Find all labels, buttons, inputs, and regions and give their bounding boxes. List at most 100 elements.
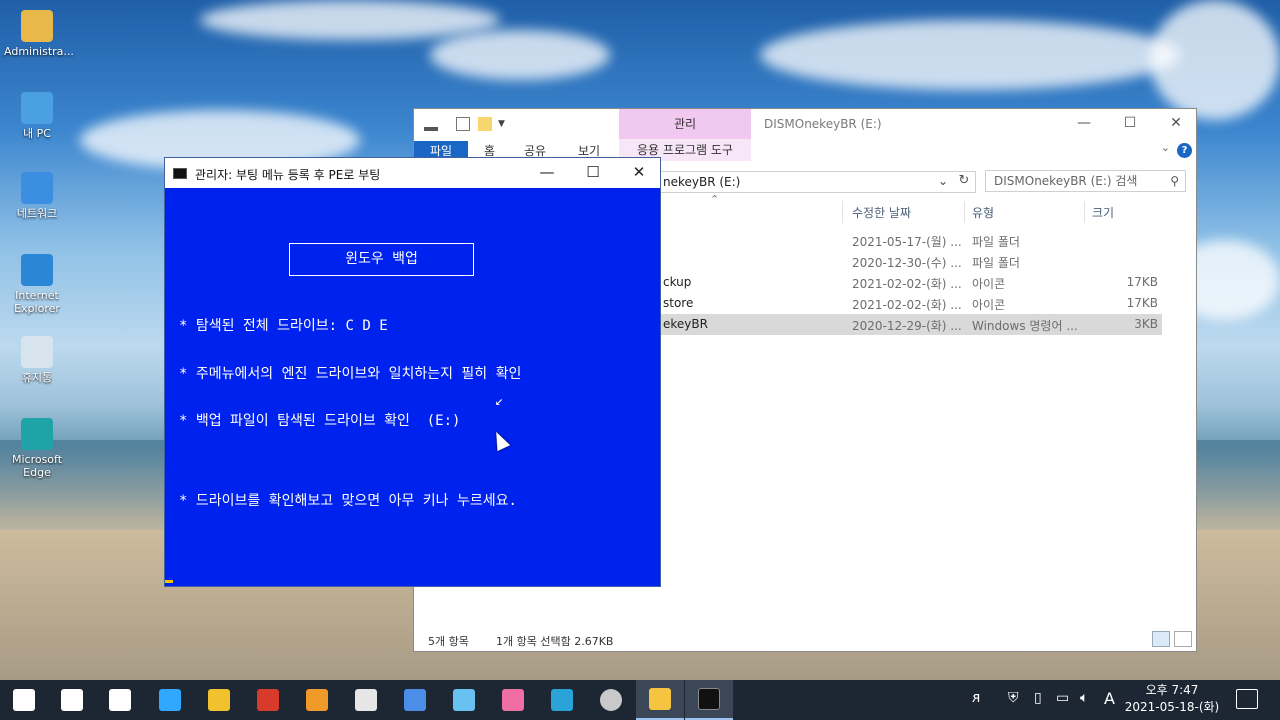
clock-time: 오후 7:47: [1145, 683, 1199, 697]
sort-arrow-icon: ⌃: [710, 193, 720, 206]
notification-center-icon[interactable]: [1236, 689, 1258, 709]
folder-icon: [649, 688, 671, 710]
refresh-icon[interactable]: ↻: [954, 171, 974, 193]
search-button[interactable]: [48, 680, 96, 720]
file-name: ckup: [663, 275, 692, 289]
console-line: * 탐색된 전체 드라이브: C D E: [179, 318, 388, 334]
task-view-button[interactable]: [96, 680, 144, 720]
file-name: ekeyBR: [663, 317, 708, 331]
maximize-button[interactable]: ☐: [570, 158, 616, 188]
chevron-down-icon[interactable]: ▼: [498, 117, 512, 131]
taskbar-app[interactable]: [489, 680, 537, 720]
properties-icon[interactable]: [456, 117, 470, 131]
usb-icon[interactable]: ▯: [1034, 690, 1042, 706]
file-row[interactable]: store 2021-02-02-(화) ... 아이콘 17KB: [659, 293, 1162, 314]
search-icon: ⚲: [1170, 174, 1179, 188]
people-icon[interactable]: ᴙ: [972, 690, 980, 706]
dvd-icon: [600, 689, 622, 711]
taskbar-app-cmd[interactable]: [685, 680, 733, 720]
cloud: [200, 0, 500, 40]
photoshop-icon: [159, 689, 181, 711]
taskbar-app[interactable]: [195, 680, 243, 720]
taskbar-app[interactable]: [440, 680, 488, 720]
desktop-icon-network[interactable]: 네트워크: [4, 172, 70, 220]
minimize-button[interactable]: —: [1061, 109, 1107, 139]
ribbon-expand-icon[interactable]: ⌄: [1161, 141, 1170, 154]
app-icon: [257, 689, 279, 711]
tab-manage[interactable]: 관리: [619, 109, 751, 139]
desktop-icon-internet-explorer[interactable]: Internet Explorer: [4, 254, 70, 315]
maximize-button[interactable]: ☐: [1107, 109, 1153, 139]
clock[interactable]: 오후 7:47 2021-05-18-(화): [1122, 682, 1222, 716]
desktop-icon-recycle-bin[interactable]: 휴지통: [4, 336, 70, 384]
file-size: 3KB: [1134, 317, 1158, 331]
taskbar-app[interactable]: [391, 680, 439, 720]
annotation-arrow-icon: ↙: [495, 393, 504, 409]
search-placeholder: DISMOnekeyBR (E:) 검색: [994, 174, 1138, 188]
search-input[interactable]: DISMOnekeyBR (E:) 검색 ⚲: [985, 170, 1186, 192]
desktop-icon-label: 네트워크: [16, 207, 58, 220]
file-row[interactable]: 2021-05-17-(월) ... 파일 폴더: [659, 230, 1162, 251]
file-row[interactable]: 2020-12-30-(수) ... 파일 폴더: [659, 251, 1162, 272]
search-icon: [61, 689, 83, 711]
file-row[interactable]: ckup 2021-02-02-(화) ... 아이콘 17KB: [659, 272, 1162, 293]
desktop-icon-label: 내 PC: [23, 127, 51, 140]
column-separator: [1084, 201, 1085, 223]
drive-icon[interactable]: [424, 117, 438, 131]
network-icon[interactable]: ▭: [1056, 690, 1069, 706]
help-icon[interactable]: ?: [1177, 143, 1192, 158]
console-icon: [173, 168, 187, 179]
app-icon: [306, 689, 328, 711]
status-selection: 1개 항목 선택함 2.67KB: [496, 635, 614, 648]
file-type: 파일 폴더: [972, 235, 1020, 249]
cmd-window-title: 관리자: 부팅 메뉴 등록 후 PE로 부팅: [195, 168, 381, 182]
taskbar-app-photoshop[interactable]: [146, 680, 194, 720]
desktop-icon-edge[interactable]: Microsoft Edge: [4, 418, 70, 479]
desktop-icon-this-pc[interactable]: 내 PC: [4, 92, 70, 140]
address-dropdown-icon[interactable]: ⌄: [938, 174, 948, 188]
app-icon: [551, 689, 573, 711]
taskbar-app[interactable]: [244, 680, 292, 720]
desktop-icon-label: 휴지통: [21, 371, 53, 384]
column-separator: [842, 201, 843, 223]
column-header-type[interactable]: 유형: [972, 204, 994, 221]
close-button[interactable]: ✕: [616, 158, 662, 188]
taskbar-app[interactable]: [342, 680, 390, 720]
new-folder-icon[interactable]: [478, 117, 492, 131]
volume-icon[interactable]: 🔈︎: [1080, 690, 1088, 706]
file-name: store: [663, 296, 694, 310]
column-header-size[interactable]: 크기: [1092, 204, 1114, 221]
cmd-console[interactable]: 윈도우 백업 * 탐색된 전체 드라이브: C D E * 주메뉴에서의 엔진 …: [165, 188, 660, 588]
details-view-button[interactable]: [1152, 631, 1170, 647]
taskbar-app-dvd[interactable]: [587, 680, 635, 720]
cloud: [1150, 0, 1280, 120]
column-header-date[interactable]: 수정한 날짜: [852, 204, 911, 221]
console-line: * 주메뉴에서의 엔진 드라이브와 일치하는지 필히 확인: [179, 366, 522, 382]
large-icons-view-button[interactable]: [1174, 631, 1192, 647]
taskbar-app[interactable]: [538, 680, 586, 720]
file-row-selected[interactable]: ekeyBR 2020-12-29-(화) ... Windows 명령어 ..…: [659, 314, 1162, 335]
address-text: nekeyBR (E:): [663, 175, 741, 189]
shield-icon[interactable]: ⛨: [1008, 690, 1019, 706]
file-type: 아이콘: [972, 298, 1006, 312]
taskbar-app-file-explorer[interactable]: [636, 680, 684, 720]
taskbar-app[interactable]: [293, 680, 341, 720]
status-item-count: 5개 항목: [428, 635, 469, 648]
desktop-icon-user[interactable]: Administra...: [4, 10, 74, 58]
ime-indicator[interactable]: A: [1104, 689, 1115, 708]
console-icon: [698, 688, 720, 710]
close-button[interactable]: ✕: [1153, 109, 1199, 139]
file-date: 2021-02-02-(화) ...: [852, 277, 962, 291]
file-type: Windows 명령어 ...: [972, 319, 1078, 333]
app-icon: [208, 689, 230, 711]
file-date: 2020-12-29-(화) ...: [852, 319, 962, 333]
file-date: 2021-02-02-(화) ...: [852, 298, 962, 312]
start-button[interactable]: [0, 680, 48, 720]
file-size: 17KB: [1126, 296, 1158, 310]
address-bar[interactable]: nekeyBR (E:): [659, 171, 976, 193]
computer-icon: [21, 92, 53, 124]
file-type: 파일 폴더: [972, 256, 1020, 270]
console-cursor: [165, 580, 173, 583]
minimize-button[interactable]: —: [524, 158, 570, 188]
windows-logo-icon: [13, 689, 35, 711]
